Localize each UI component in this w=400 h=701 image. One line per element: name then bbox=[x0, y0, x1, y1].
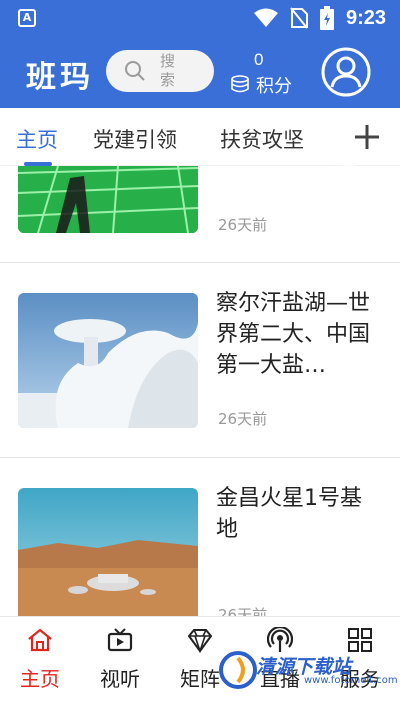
nav-label: 主页 bbox=[20, 667, 60, 691]
points-button[interactable]: 0 积分 bbox=[228, 50, 298, 97]
wifi-icon bbox=[253, 8, 278, 27]
article-thumbnail bbox=[18, 488, 198, 616]
nav-services[interactable]: 服务 bbox=[320, 617, 400, 701]
points-value: 0 bbox=[254, 50, 264, 69]
article-thumbnail bbox=[18, 166, 198, 233]
add-tab-icon[interactable] bbox=[352, 122, 382, 152]
user-avatar-icon[interactable] bbox=[320, 46, 372, 98]
app-logo: 班玛 bbox=[26, 60, 94, 95]
status-bar: A 9:23 bbox=[0, 0, 400, 36]
tab-poverty-alleviation[interactable]: 扶贫攻坚 bbox=[220, 124, 304, 154]
category-tabs: 主页 党建引领 扶贫攻坚 bbox=[0, 108, 400, 166]
diamond-icon bbox=[187, 629, 213, 653]
nav-live[interactable]: 直播 bbox=[240, 617, 320, 701]
article-time: 26天前 bbox=[218, 410, 268, 428]
coins-icon bbox=[231, 75, 249, 93]
nav-home[interactable]: 主页 bbox=[0, 617, 80, 701]
news-feed: 26天前 察尔汗盐湖—世界第二大、中国第一大盐… 26天前 金昌火星1号基地 2… bbox=[0, 166, 400, 616]
bottom-navigation: 主页 视听 矩阵 直播 服务 bbox=[0, 616, 400, 700]
nav-matrix[interactable]: 矩阵 bbox=[160, 617, 240, 701]
battery-icon bbox=[319, 6, 334, 30]
broadcast-icon bbox=[267, 627, 293, 652]
points-label: 积分 bbox=[256, 76, 292, 97]
nav-label: 直播 bbox=[260, 667, 300, 691]
list-item[interactable]: 26天前 bbox=[0, 166, 400, 262]
nav-label: 服务 bbox=[340, 667, 380, 691]
nav-video[interactable]: 视听 bbox=[80, 617, 160, 701]
article-time: 26天前 bbox=[218, 216, 268, 234]
article-title: 察尔汗盐湖—世界第二大、中国第一大盐… bbox=[216, 291, 371, 378]
nav-label: 矩阵 bbox=[180, 667, 220, 691]
app-notification-icon: A bbox=[18, 9, 36, 27]
tab-home[interactable]: 主页 bbox=[16, 124, 58, 154]
article-time: 26天前 bbox=[218, 606, 268, 616]
home-icon bbox=[28, 628, 52, 652]
search-placeholder: 搜索 bbox=[160, 52, 176, 89]
search-box[interactable]: 搜索 bbox=[106, 50, 214, 92]
search-icon bbox=[125, 61, 145, 81]
list-item[interactable]: 察尔汗盐湖—世界第二大、中国第一大盐… 26天前 bbox=[0, 263, 400, 457]
nav-label: 视听 bbox=[100, 667, 140, 691]
clock: 9:23 bbox=[345, 6, 386, 29]
list-item[interactable]: 金昌火星1号基地 26天前 bbox=[0, 458, 400, 616]
tab-party-building[interactable]: 党建引领 bbox=[93, 124, 177, 154]
article-thumbnail bbox=[18, 293, 198, 428]
grid-icon bbox=[348, 628, 372, 652]
video-icon bbox=[107, 628, 133, 652]
app-bar: 班玛 搜索 0 积分 bbox=[0, 36, 400, 108]
article-title: 金昌火星1号基地 bbox=[216, 486, 362, 542]
no-sim-icon bbox=[290, 7, 308, 29]
